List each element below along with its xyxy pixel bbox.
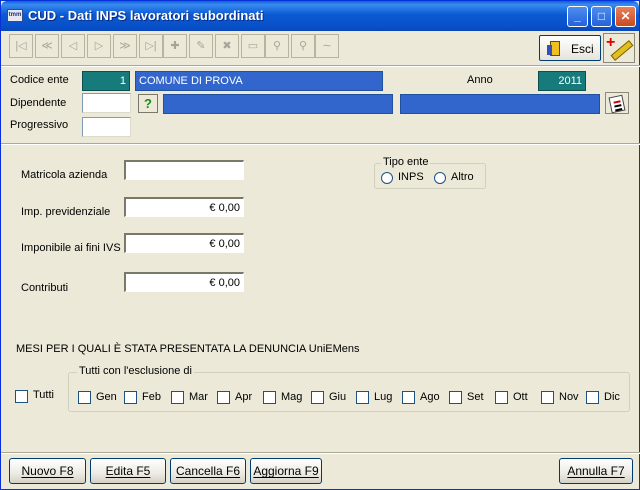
dipendente-label: Dipendente [10, 97, 67, 109]
window-title: CUD - Dati INPS lavoratori subordinati [28, 8, 264, 23]
search-advanced-icon[interactable]: ⚲ [291, 34, 315, 58]
ente-name-field: COMUNE DI PROVA [135, 71, 383, 91]
delete-record-icon[interactable]: ✖ [215, 34, 239, 58]
footer-divider [1, 452, 640, 454]
mesi-group-legend: Tutti con l'esclusione di [77, 365, 194, 377]
tipo-ente-group: Tipo ente INPS Altro [374, 156, 486, 189]
edita-button[interactable]: Edita F5 [90, 458, 166, 484]
month-label-feb: Feb [142, 391, 161, 403]
next-record-icon[interactable]: ▷ [87, 34, 111, 58]
month-label-ott: Ott [513, 391, 528, 403]
month-checkbox-ago[interactable] [402, 391, 415, 404]
month-checkbox-apr[interactable] [217, 391, 230, 404]
codice-ente-field[interactable]: 1 [82, 71, 130, 91]
progressivo-input[interactable] [82, 117, 131, 137]
mesi-group: Tutti con l'esclusione di Gen Feb Mar Ap… [68, 365, 630, 412]
dipendente-name-field [163, 94, 393, 114]
imp-prev-input[interactable]: € 0,00 [124, 197, 244, 217]
dipendente-extra-field [400, 94, 600, 114]
mesi-heading: MESI PER I QUALI È STATA PRESENTATA LA D… [16, 343, 360, 355]
anno-field[interactable]: 2011 [538, 71, 586, 91]
contributi-label: Contributi [21, 282, 69, 294]
contributi-input[interactable]: € 0,00 [124, 272, 244, 292]
month-label-mag: Mag [281, 391, 303, 403]
anno-label: Anno [467, 74, 493, 86]
month-checkbox-mar[interactable] [171, 391, 184, 404]
app-icon: tmm [7, 9, 23, 22]
close-button[interactable]: ✕ [615, 6, 636, 27]
imponibile-label: Imponibile ai fini IVS [21, 242, 121, 254]
month-checkbox-giu[interactable] [311, 391, 324, 404]
search-icon[interactable]: ⚲ [265, 34, 289, 58]
matricola-label: Matricola azienda [21, 169, 108, 181]
month-label-lug: Lug [374, 391, 393, 403]
aggiorna-button[interactable]: Aggiorna F9 [250, 458, 322, 484]
previous-record-icon[interactable]: ◁ [61, 34, 85, 58]
tipo-ente-altro-label: Altro [451, 171, 474, 183]
annulla-button[interactable]: Annulla F7 [559, 458, 633, 484]
month-label-apr: Apr [235, 391, 253, 403]
edit-record-icon[interactable]: ✎ [189, 34, 213, 58]
view-record-icon[interactable]: ▭ [241, 34, 265, 58]
exit-door-icon [547, 41, 560, 56]
dipendente-input[interactable] [82, 93, 131, 113]
month-checkbox-gen[interactable] [78, 391, 91, 404]
matricola-input[interactable] [124, 160, 244, 180]
month-label-mar: Mar [189, 391, 208, 403]
tutti-label: Tutti [33, 389, 54, 401]
tipo-ente-inps-label: INPS [398, 171, 424, 183]
header-divider [1, 143, 640, 145]
codice-ente-label: Codice ente [10, 74, 69, 86]
nuovo-button[interactable]: Nuovo F8 [9, 458, 86, 484]
last-record-icon[interactable]: ▷| [139, 34, 163, 58]
main-window: tmm CUD - Dati INPS lavoratori subordina… [0, 0, 640, 490]
esci-label: Esci [571, 42, 594, 56]
undo-icon[interactable]: ∼ [315, 34, 339, 58]
progressivo-label: Progressivo [10, 119, 69, 131]
first-record-icon[interactable]: |◁ [9, 34, 33, 58]
imp-prev-label: Imp. previdenziale [21, 206, 111, 218]
month-label-set: Set [467, 391, 484, 403]
tipo-ente-legend: Tipo ente [381, 156, 431, 168]
month-label-nov: Nov [559, 391, 579, 403]
cancella-button[interactable]: Cancella F6 [170, 458, 246, 484]
month-checkbox-lug[interactable] [356, 391, 369, 404]
tutti-checkbox[interactable] [15, 390, 28, 403]
pencil-icon[interactable]: + [603, 33, 635, 63]
month-checkbox-mag[interactable] [263, 391, 276, 404]
tipo-ente-inps-radio[interactable] [381, 172, 393, 184]
card-icon[interactable] [605, 92, 629, 114]
add-record-icon[interactable]: ✚ [163, 34, 187, 58]
month-checkbox-feb[interactable] [124, 391, 137, 404]
esci-button[interactable]: Esci [539, 35, 601, 61]
month-checkbox-dic[interactable] [586, 391, 599, 404]
toolbar: |◁ ≪ ◁ ▷ ≫ ▷| ✚ ✎ ✖ ▭ ⚲ ⚲ ∼ Esci + [5, 33, 635, 63]
imponibile-input[interactable]: € 0,00 [124, 233, 244, 253]
dipendente-help-button[interactable]: ? [138, 94, 158, 113]
next-page-icon[interactable]: ≫ [113, 34, 137, 58]
month-label-gen: Gen [96, 391, 117, 403]
month-label-dic: Dic [604, 391, 620, 403]
month-checkbox-set[interactable] [449, 391, 462, 404]
title-bar[interactable]: tmm CUD - Dati INPS lavoratori subordina… [1, 1, 639, 31]
month-label-ago: Ago [420, 391, 440, 403]
previous-page-icon[interactable]: ≪ [35, 34, 59, 58]
minimize-button[interactable]: _ [567, 6, 588, 27]
tipo-ente-altro-radio[interactable] [434, 172, 446, 184]
month-label-giu: Giu [329, 391, 347, 403]
month-checkbox-nov[interactable] [541, 391, 554, 404]
toolbar-divider [1, 65, 640, 67]
month-checkbox-ott[interactable] [495, 391, 508, 404]
maximize-button[interactable]: □ [591, 6, 612, 27]
